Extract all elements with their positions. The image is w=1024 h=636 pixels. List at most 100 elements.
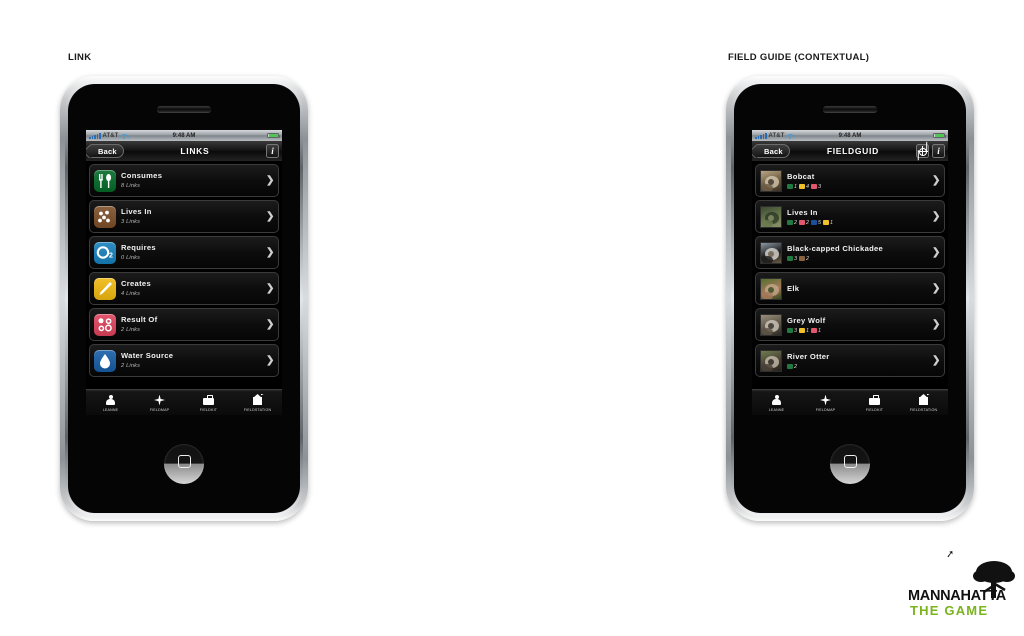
status-bar: AT&T 9:48 AM — [752, 130, 948, 141]
home-button[interactable] — [164, 444, 204, 484]
link-row-title: Result Of — [121, 315, 158, 324]
info-icon: i — [271, 146, 274, 156]
field-guide-row-title: Elk — [787, 283, 800, 293]
tab-label: LEANNE — [768, 407, 785, 412]
field-guide-row-text: Lives In 2 2 5 1 — [787, 208, 927, 226]
chevron-right-icon: ❯ — [932, 282, 941, 294]
crosshair-icon — [917, 146, 928, 157]
logo-wordmark: MANNAHATTA — [908, 588, 1006, 604]
field-guide-row-text: Grey Wolf 3 1 1 — [787, 316, 927, 334]
link-row[interactable]: Lives In 3 Links ❯ — [89, 200, 279, 233]
tab-bar[interactable]: LEANNE FIELDMAP FIELDKIT FIELDSTATION — [86, 389, 282, 415]
tab-bar[interactable]: LEANNE FIELDMAP FIELDKIT FIELDSTATION — [752, 389, 948, 415]
navigation-bar-actions: i — [916, 144, 945, 158]
link-row-text: Water Source 2 Links — [121, 351, 261, 370]
tab-leanne[interactable]: LEANNE — [86, 394, 135, 412]
tab-fieldmap[interactable]: FIELDMAP — [801, 394, 850, 412]
field-guide-row-text: River Otter 2 — [787, 352, 927, 370]
earpiece-speaker — [823, 106, 877, 112]
tab-fieldkit[interactable]: FIELDKIT — [184, 394, 233, 412]
status-badge: 1 — [799, 328, 809, 334]
tab-label: FIELDSTATION — [909, 407, 938, 412]
link-row-title: Water Source — [121, 351, 174, 360]
field-station-icon — [917, 393, 930, 407]
brand-logo: ➚ MANNAHATTA THE GAME — [908, 548, 1018, 618]
link-row-title: Lives In — [121, 207, 152, 216]
field-guide-row-text: Black-capped Chickadee 3 2 — [787, 244, 927, 262]
status-badge: 1 — [787, 184, 797, 190]
chevron-right-icon: ❯ — [932, 210, 941, 222]
link-row-count: 8 Links — [121, 183, 141, 189]
phone-body: AT&T 9:48 AM Back LINKS i Consumes 8 Lin… — [68, 84, 300, 513]
badge-swatch — [811, 219, 817, 226]
field-guide-row[interactable]: Grey Wolf 3 1 1 ❯ — [755, 308, 945, 341]
link-row[interactable]: Result Of 2 Links ❯ — [89, 308, 279, 341]
badge-swatch — [787, 183, 793, 190]
link-row[interactable]: Consumes 8 Links ❯ — [89, 164, 279, 197]
badge-count: 2 — [806, 255, 809, 262]
person-icon — [770, 394, 783, 407]
badge-swatch — [787, 363, 793, 370]
badge-count: 5 — [818, 219, 821, 226]
link-row-title: Consumes — [121, 171, 163, 180]
status-badge: 2 — [799, 256, 809, 262]
field-guide-row-text: Elk — [787, 284, 927, 294]
phone-mockup-field-guide: AT&T 9:48 AM Back FIELDGUID i Bobcat 1 4… — [726, 76, 974, 521]
phone-bezel: AT&T 9:48 AM Back FIELDGUID i Bobcat 1 4… — [731, 81, 969, 516]
briefcase-icon — [202, 394, 215, 407]
field-guide-row[interactable]: Elk ❯ — [755, 272, 945, 305]
field-guide-row-title: Grey Wolf — [787, 315, 826, 325]
tab-fieldmap[interactable]: FIELDMAP — [135, 394, 184, 412]
info-button[interactable]: i — [932, 144, 945, 158]
badge-swatch — [799, 183, 805, 190]
paintbrush-icon — [94, 277, 116, 300]
river-otter-photo — [760, 349, 782, 372]
compass-star-icon — [819, 394, 832, 407]
phone-bezel: AT&T 9:48 AM Back LINKS i Consumes 8 Lin… — [65, 81, 303, 516]
badge-swatch — [787, 255, 793, 262]
phone-mockup-links: AT&T 9:48 AM Back LINKS i Consumes 8 Lin… — [60, 76, 308, 521]
status-badge: 2 — [799, 220, 809, 226]
link-row[interactable]: Creates 4 Links ❯ — [89, 272, 279, 305]
page-title: FIELDGUID — [826, 146, 879, 156]
back-button[interactable]: Back — [89, 144, 124, 158]
link-row-count: 0 Links — [121, 255, 141, 261]
chevron-right-icon: ❯ — [932, 174, 941, 186]
field-guide-row[interactable]: Black-capped Chickadee 3 2 ❯ — [755, 236, 945, 269]
tab-fieldkit[interactable]: FIELDKIT — [850, 394, 899, 412]
field-guide-row[interactable]: Bobcat 1 4 3 ❯ — [755, 164, 945, 197]
logo-tagline: THE GAME — [910, 603, 989, 618]
back-button[interactable]: Back — [755, 144, 790, 158]
link-row[interactable]: 2 Requires 0 Links ❯ — [89, 236, 279, 269]
chevron-right-icon: ❯ — [266, 282, 275, 294]
link-row-count: 4 Links — [121, 291, 141, 297]
chickadee-photo — [760, 241, 782, 264]
oxygen-o2-icon: 2 — [94, 241, 116, 264]
field-guide-row-title: River Otter — [787, 351, 830, 361]
status-badge: 2 — [787, 220, 797, 226]
home-button-area — [68, 415, 300, 513]
locate-button[interactable] — [916, 144, 929, 158]
chevron-right-icon: ❯ — [266, 210, 275, 222]
links-list[interactable]: Consumes 8 Links ❯ Lives In 3 Links ❯ 2 Require… — [86, 162, 282, 389]
field-guide-list[interactable]: Bobcat 1 4 3 ❯ Lives In 2 2 5 1 ❯ Black-capped Chic… — [752, 162, 948, 389]
link-row[interactable]: Water Source 2 Links ❯ — [89, 344, 279, 377]
badge-group: 1 4 3 — [787, 184, 927, 190]
home-square-icon — [177, 454, 191, 468]
grey-wolf-photo — [760, 313, 782, 336]
badge-count: 2 — [794, 219, 797, 226]
status-bar: AT&T 9:48 AM — [86, 130, 282, 141]
field-guide-row[interactable]: Lives In 2 2 5 1 ❯ — [755, 200, 945, 233]
info-button[interactable]: i — [266, 144, 279, 158]
home-button[interactable] — [830, 444, 870, 484]
field-guide-row[interactable]: River Otter 2 ❯ — [755, 344, 945, 377]
tab-label: FIELDSTATION — [243, 407, 272, 412]
badge-count: 1 — [794, 183, 797, 190]
badge-group: 3 1 1 — [787, 328, 927, 334]
tab-fieldstation[interactable]: FIELDSTATION — [233, 393, 282, 412]
fork-and-spoon-icon — [94, 169, 116, 192]
tab-fieldstation[interactable]: FIELDSTATION — [899, 393, 948, 412]
link-row-text: Requires 0 Links — [121, 243, 261, 262]
link-row-count: 3 Links — [121, 219, 141, 225]
tab-leanne[interactable]: LEANNE — [752, 394, 801, 412]
